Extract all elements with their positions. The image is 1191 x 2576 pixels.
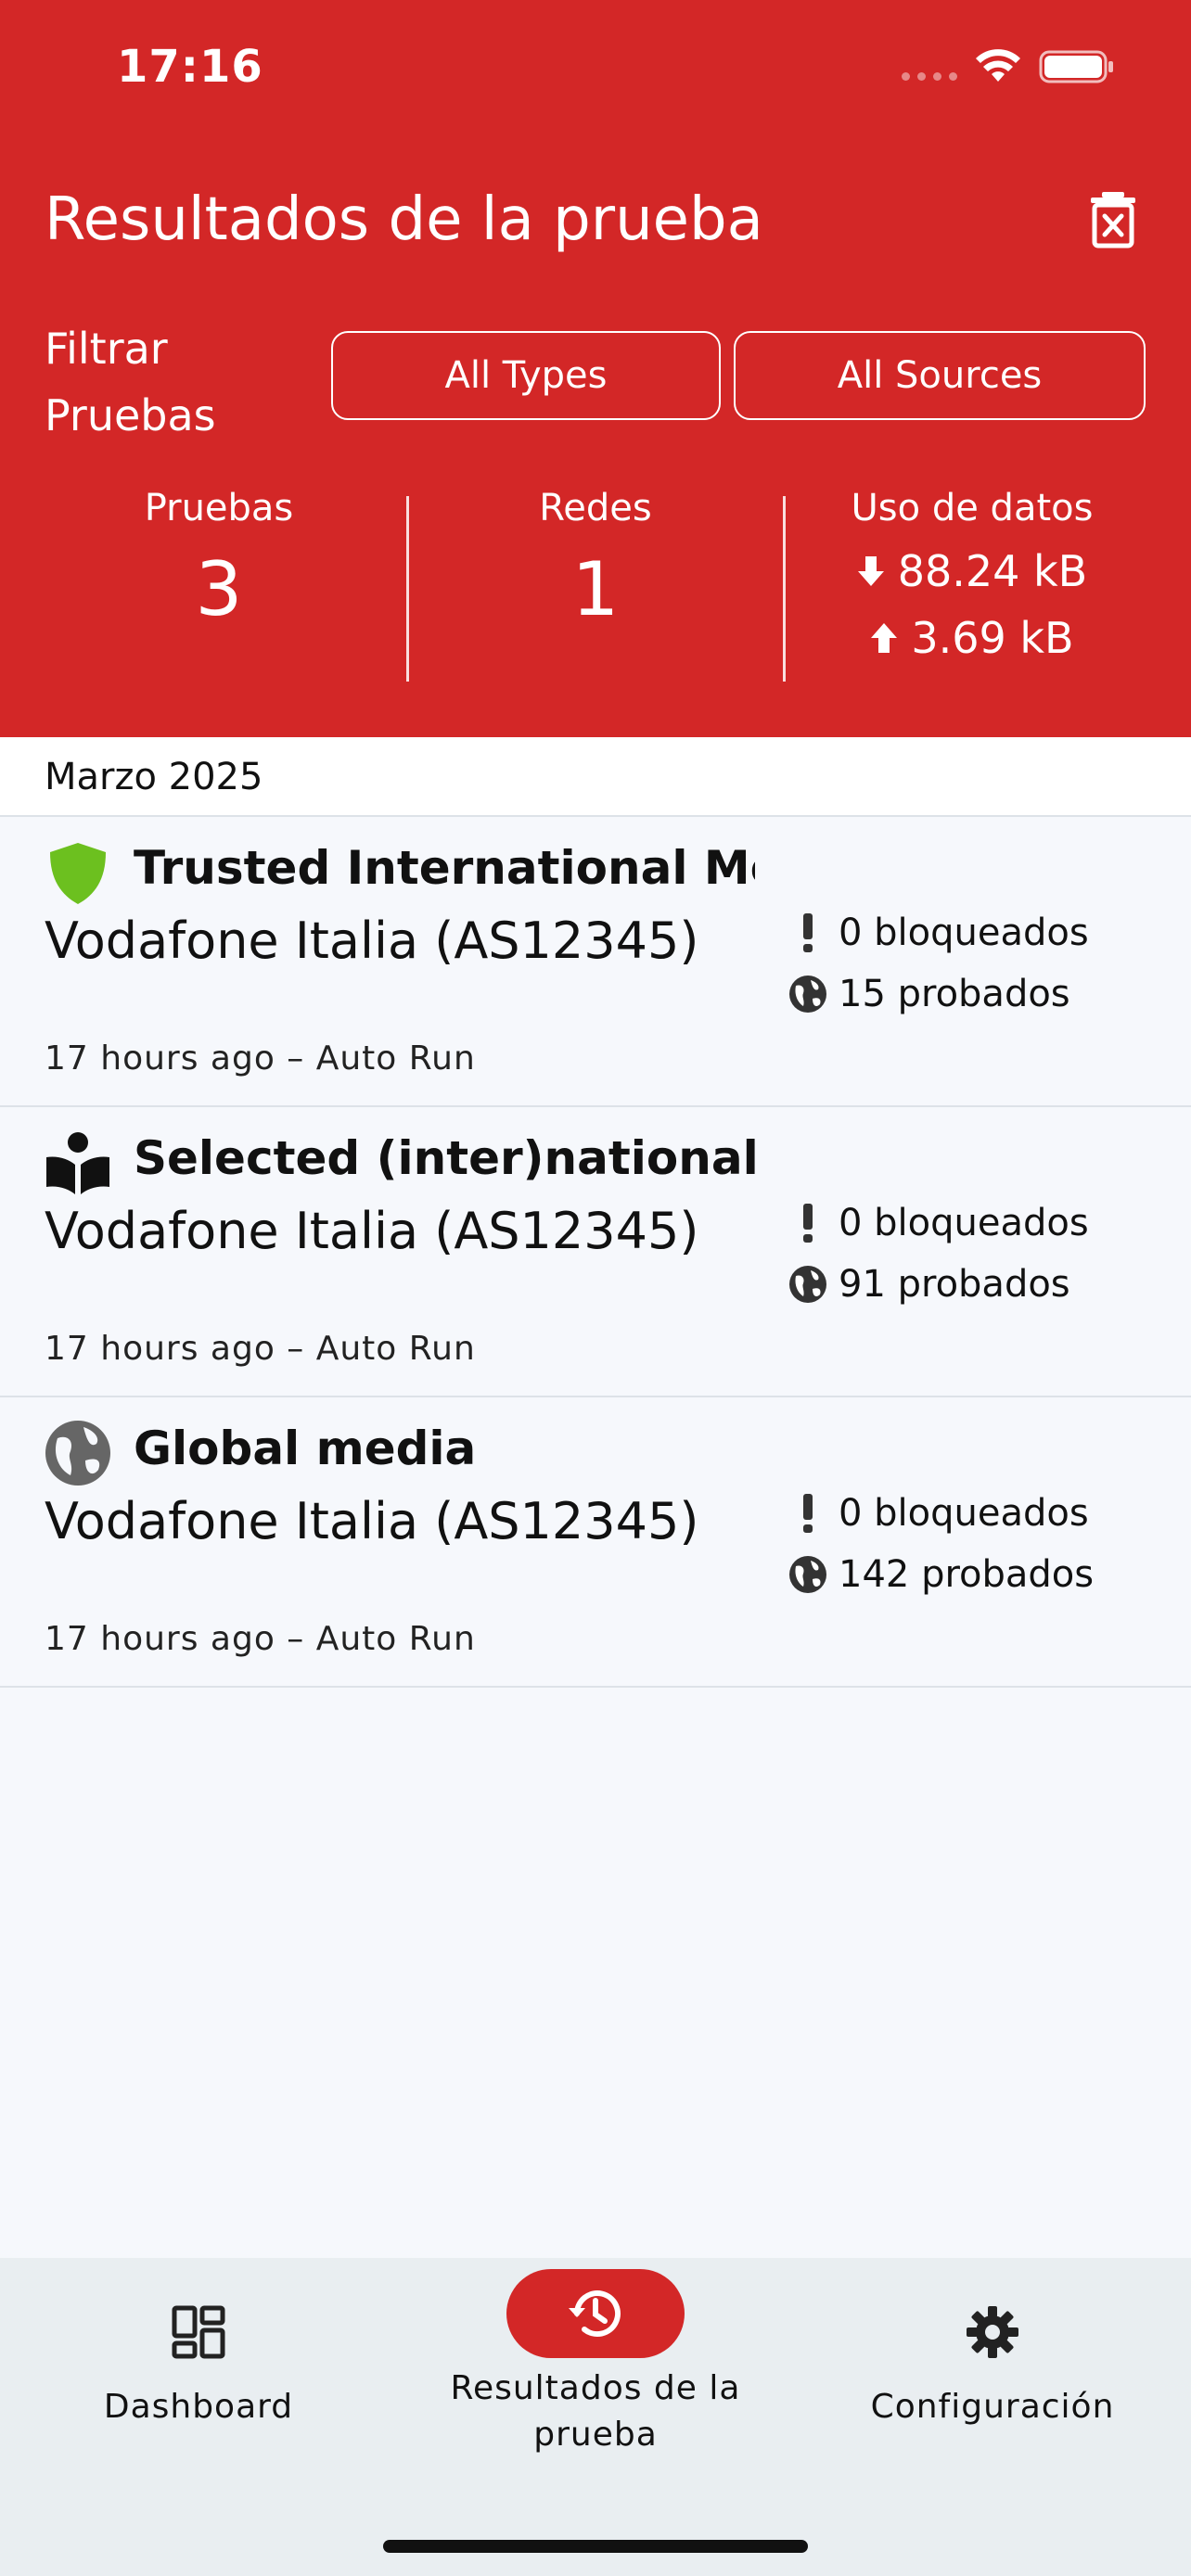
home-indicator — [383, 2540, 808, 2553]
download-usage: 88.24 kB — [787, 546, 1158, 596]
tab-settings[interactable]: Configuración — [794, 2258, 1191, 2430]
tab-settings-label: Configuración — [870, 2388, 1115, 2426]
clear-results-icon[interactable] — [1085, 190, 1141, 249]
result-row[interactable]: Global media Vodafone Italia (AS12345) 1… — [0, 1397, 1191, 1688]
arrow-up-icon — [871, 623, 898, 653]
networks-stat: Redes 1 — [408, 487, 783, 632]
bottom-tab-bar: Dashboard Resultados de la prueba Config… — [0, 2258, 1191, 2576]
battery-icon — [1039, 50, 1113, 83]
exclamation-icon — [803, 1494, 813, 1533]
cellular-signal-icon — [902, 72, 957, 81]
tested-count: 91 probados — [788, 1263, 1070, 1306]
result-row[interactable]: Selected (inter)national ... Vodafone It… — [0, 1107, 1191, 1397]
filter-sources-button[interactable]: All Sources — [734, 331, 1146, 420]
data-usage-stat: Uso de datos 88.24 kB 3.69 kB — [787, 487, 1158, 663]
tested-count: 15 probados — [788, 973, 1070, 1015]
download-value: 88.24 kB — [897, 546, 1088, 596]
tab-dashboard-label: Dashboard — [103, 2388, 294, 2426]
tests-value: 3 — [195, 546, 243, 632]
globe-icon — [45, 1421, 110, 1486]
stat-divider — [783, 496, 786, 682]
tested-label: 142 probados — [839, 1553, 1095, 1596]
result-time: 17 hours ago – Auto Run — [45, 1039, 476, 1078]
tab-dashboard[interactable]: Dashboard — [0, 2258, 397, 2430]
networks-label: Redes — [539, 487, 652, 529]
globe-icon — [789, 976, 826, 1013]
blocked-count: 0 bloqueados — [788, 1202, 1089, 1244]
book-reader-icon — [46, 1132, 109, 1194]
tested-label: 15 probados — [839, 973, 1070, 1015]
result-network: Vodafone Italia (AS12345) — [45, 1202, 699, 1260]
blocked-label: 0 bloqueados — [839, 912, 1089, 954]
result-time: 17 hours ago – Auto Run — [45, 1620, 476, 1658]
result-title: Selected (inter)national ... — [134, 1131, 755, 1185]
result-time: 17 hours ago – Auto Run — [45, 1330, 476, 1368]
blocked-label: 0 bloqueados — [839, 1492, 1089, 1535]
wifi-icon — [976, 49, 1020, 82]
data-usage-label: Uso de datos — [851, 487, 1094, 529]
tested-label: 91 probados — [839, 1263, 1070, 1306]
page-title: Resultados de la prueba — [45, 185, 763, 254]
app-header: 17:16 Resultados de la prueba Filtrar Pr… — [0, 0, 1191, 737]
tested-count: 142 probados — [788, 1553, 1094, 1596]
filter-label: Filtrar Pruebas — [45, 324, 216, 440]
exclamation-icon — [803, 1204, 813, 1243]
month-section-header: Marzo 2025 — [0, 737, 1191, 817]
gear-icon — [967, 2306, 1018, 2358]
globe-icon — [789, 1266, 826, 1303]
result-title: Trusted International Me... — [134, 841, 755, 895]
dashboard-icon — [172, 2305, 225, 2359]
blocked-label: 0 bloqueados — [839, 1202, 1089, 1244]
tests-stat: Pruebas 3 — [33, 487, 404, 632]
arrow-down-icon — [857, 556, 884, 586]
result-network: Vodafone Italia (AS12345) — [45, 912, 699, 970]
globe-icon — [789, 1556, 826, 1593]
result-row[interactable]: Trusted International Me... Vodafone Ita… — [0, 817, 1191, 1107]
tab-results-label: Resultados de la prueba — [450, 2369, 741, 2454]
history-icon — [569, 2290, 621, 2338]
blocked-count: 0 bloqueados — [788, 912, 1089, 954]
tab-results[interactable]: Resultados de la prueba — [397, 2258, 794, 2458]
shield-icon — [50, 843, 106, 904]
result-title: Global media — [134, 1422, 477, 1475]
blocked-count: 0 bloqueados — [788, 1492, 1089, 1535]
tests-label: Pruebas — [144, 487, 294, 529]
filter-types-button[interactable]: All Types — [331, 331, 721, 420]
exclamation-icon — [803, 913, 813, 952]
upload-value: 3.69 kB — [911, 613, 1074, 663]
month-label: Marzo 2025 — [45, 756, 263, 798]
active-tab-indicator — [506, 2269, 685, 2358]
networks-value: 1 — [571, 546, 620, 632]
result-network: Vodafone Italia (AS12345) — [45, 1492, 699, 1550]
status-time: 17:16 — [117, 41, 263, 93]
upload-usage: 3.69 kB — [787, 613, 1158, 663]
